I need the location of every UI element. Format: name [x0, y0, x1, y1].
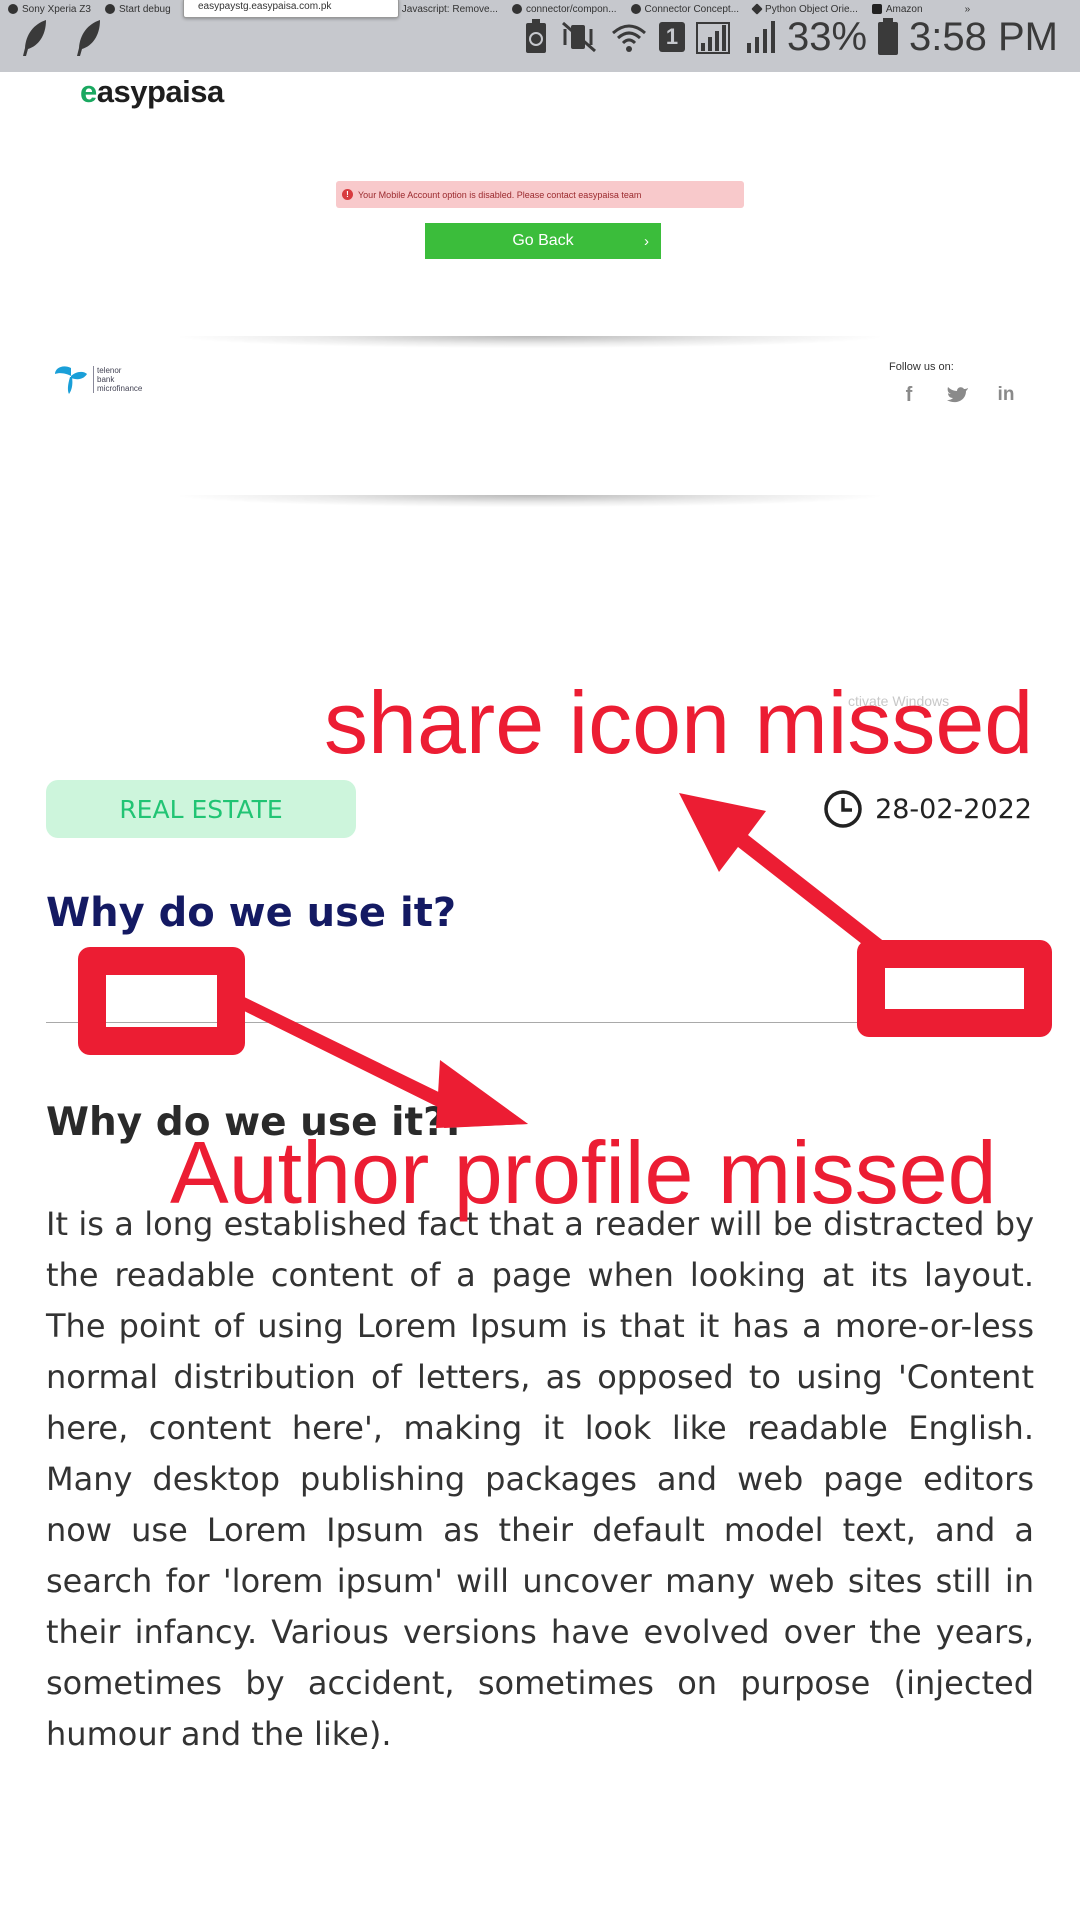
facebook-icon[interactable]: f [897, 383, 921, 407]
signal-strength-2-icon [746, 21, 775, 53]
clock: 3:58 PM [909, 14, 1058, 59]
device-top-chrome: Sony Xperia Z3 Start debug ge Javascript… [0, 0, 1080, 72]
article-body: It is a long established fact that a rea… [46, 1205, 1034, 1753]
feather-notification-icon [23, 20, 46, 56]
twitter-bird-icon [947, 387, 968, 403]
notification-count-badge: 1 [658, 22, 685, 52]
twitter-icon[interactable] [946, 383, 970, 407]
bookmark-item[interactable]: Sony Xperia Z3 [8, 4, 91, 15]
url-tooltip: easypaystg.easypaisa.com.pk [183, 0, 399, 18]
diamond-icon [751, 3, 763, 15]
error-alert-text: Your Mobile Account option is disabled. … [358, 189, 642, 200]
error-icon: ! [342, 189, 353, 200]
wifi-icon [611, 24, 646, 52]
section-divider-shadow [180, 336, 880, 348]
go-back-label: Go Back [512, 232, 574, 249]
publish-date: 28-02-2022 [823, 788, 1032, 830]
status-icons: 1 33% 3:58 PM [523, 14, 1058, 60]
vibrate-mute-icon [561, 21, 596, 53]
feather-notification-icon [77, 20, 100, 56]
telenor-logo-icon [55, 366, 87, 394]
bookmarks-overflow[interactable]: » [965, 4, 971, 15]
battery-percentage: 33% [786, 14, 868, 59]
article-title: Why do we use it? [46, 890, 457, 936]
battery-icon [878, 18, 899, 55]
error-alert: ! Your Mobile Account option is disabled… [336, 181, 744, 208]
section-divider-shadow [180, 495, 880, 507]
bookmark-item[interactable]: Start debug [104, 4, 171, 15]
clock-icon [824, 790, 862, 828]
bookmark-item[interactable]: connector/compon... [511, 4, 617, 15]
follow-us-label: Follow us on: [889, 361, 954, 373]
article-subtitle: Why do we use it?. [46, 1100, 461, 1145]
bookmark-item[interactable]: Amazon [871, 4, 923, 15]
go-back-button[interactable]: Go Back › [425, 223, 661, 259]
globe-icon [630, 4, 641, 14]
signal-strength-icon [695, 22, 730, 54]
title-divider [46, 1022, 1034, 1023]
share-icon-missing-note: share icon missed [324, 673, 1034, 772]
chevron-right-icon: › [644, 232, 649, 250]
globe-icon [8, 4, 18, 14]
bookmark-item[interactable]: Connector Concept... [630, 4, 739, 15]
recycle-battery-saver-icon [525, 19, 546, 53]
linkedin-icon[interactable]: in [994, 383, 1018, 407]
author-profile-placeholder-box [78, 947, 245, 1055]
activate-windows-watermark: ctivate Windows [848, 693, 950, 709]
globe-icon [104, 4, 115, 14]
bookmark-item[interactable]: Python Object Orie... [751, 3, 858, 15]
github-icon [511, 4, 522, 14]
category-tag[interactable]: REAL ESTATE [46, 780, 356, 838]
telenor-bank-logo[interactable]: telenor bank microfinance [53, 362, 142, 396]
amazon-icon [871, 4, 882, 14]
publish-date-text: 28-02-2022 [875, 793, 1032, 825]
easypaisa-logo[interactable]: easypaisa [80, 74, 224, 110]
telenor-bank-text: telenor bank microfinance [93, 365, 142, 393]
bookmark-item[interactable]: Javascript: Remove... [387, 4, 498, 15]
